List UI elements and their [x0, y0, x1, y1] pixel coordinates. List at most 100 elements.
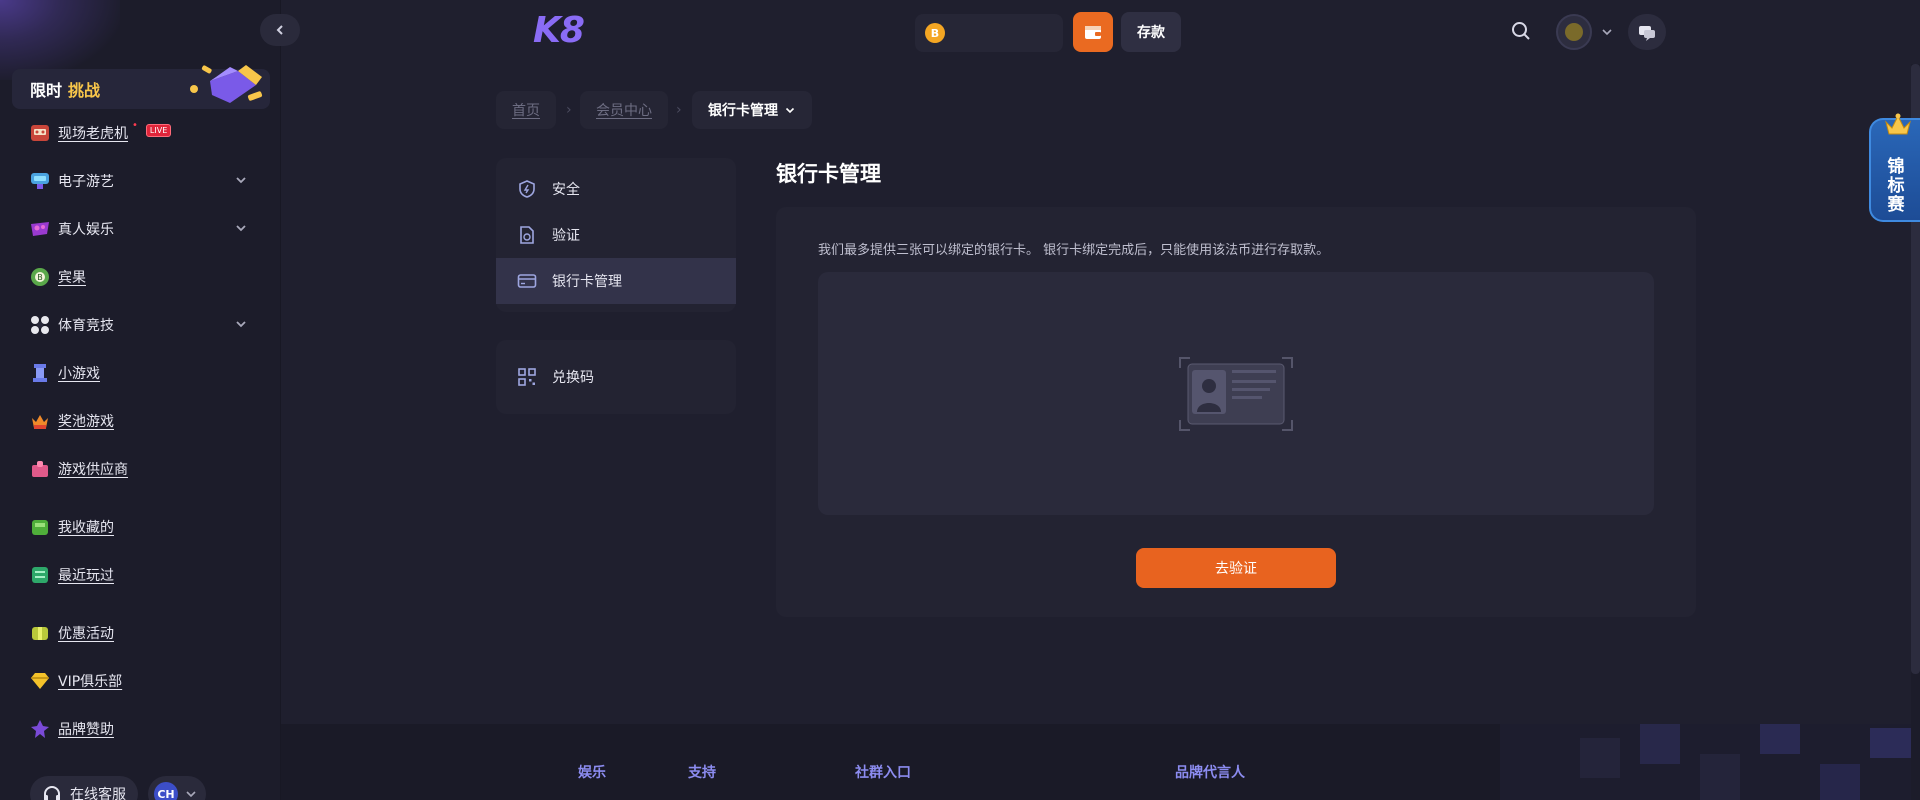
- go-verify-button[interactable]: 去验证: [1136, 548, 1336, 588]
- vip-diamond-icon: [28, 669, 52, 693]
- search-button[interactable]: [1510, 20, 1534, 44]
- wallet-icon: [1085, 26, 1101, 39]
- sidebar-item-recent[interactable]: 最近玩过: [28, 557, 258, 593]
- language-code: CH: [154, 782, 178, 800]
- breadcrumb-home[interactable]: 首页: [496, 91, 556, 129]
- sidebar: 限时 挑战 现场老虎机 • LIVE 电子游艺 真人娱乐 B 宾果 体育竞技 小…: [0, 0, 281, 800]
- language-selector[interactable]: CH: [148, 776, 206, 800]
- deposit-button[interactable]: 存款: [1121, 12, 1181, 52]
- favorites-icon: [28, 515, 52, 539]
- sidebar-item-sports[interactable]: 体育竞技: [28, 307, 258, 343]
- footer-col-support: 支持: [688, 765, 716, 781]
- live-indicator-dot: •: [132, 119, 138, 131]
- coin-icon: B: [925, 23, 945, 43]
- challenge-trophy-icon: [190, 65, 263, 103]
- chevron-down-icon: [186, 791, 196, 798]
- crown-icon: [1885, 113, 1911, 135]
- sidebar-item-vip[interactable]: VIP俱乐部: [28, 663, 258, 699]
- sidebar-item-label: 现场老虎机: [58, 126, 128, 142]
- sidebar-item-label: 游戏供应商: [58, 462, 128, 478]
- jackpot-icon: [28, 409, 52, 433]
- sidebar-item-label: 体育竞技: [58, 318, 114, 334]
- soccer-ball-icon: [28, 313, 52, 337]
- sidebar-item-label: 优惠活动: [58, 626, 114, 642]
- chat-icon: [1639, 26, 1655, 41]
- footer: 娱乐 支持 社群入口 品牌代言人: [281, 724, 1920, 800]
- k8-logo[interactable]: K8: [533, 10, 585, 51]
- breadcrumb-member-center[interactable]: 会员中心: [580, 91, 668, 129]
- sidebar-item-label: 电子游艺: [58, 174, 114, 190]
- chevron-left-icon: [276, 25, 283, 35]
- sidebar-item-sponsorship[interactable]: 品牌赞助: [28, 711, 258, 747]
- live-casino-icon: [28, 217, 52, 241]
- bank-card-panel: 我们最多提供三张可以绑定的银行卡。 银行卡绑定完成后，只能使用该法币进行存取款。…: [776, 207, 1696, 617]
- bingo-icon: B: [28, 265, 52, 289]
- wallet-button[interactable]: [1073, 12, 1113, 52]
- sidebar-item-arcade[interactable]: 电子游艺: [28, 163, 258, 199]
- bank-card-notice: 我们最多提供三张可以绑定的银行卡。 银行卡绑定完成后，只能使用该法币进行存取款。: [818, 243, 1330, 258]
- qr-code-icon: [516, 366, 538, 388]
- provider-icon: [28, 457, 52, 481]
- sidebar-item-label: 宾果: [58, 270, 86, 286]
- bank-card-icon: [516, 270, 538, 292]
- balance-display[interactable]: B: [915, 14, 1063, 52]
- challenge-label-2: 挑战: [68, 81, 101, 100]
- promotion-icon: [28, 621, 52, 645]
- chevron-down-icon: [1602, 29, 1612, 36]
- svg-text:B: B: [37, 273, 43, 282]
- sponsor-icon: [28, 717, 52, 741]
- messages-button[interactable]: [1628, 14, 1666, 50]
- challenge-label-1: 限时: [30, 81, 63, 100]
- menu-item-verification[interactable]: 验证: [496, 212, 736, 258]
- tournament-label: 锦标赛: [1887, 157, 1905, 215]
- sidebar-item-label: 品牌赞助: [58, 722, 114, 738]
- sidebar-glow: [0, 0, 120, 80]
- avatar: [1556, 14, 1592, 50]
- live-badge: LIVE: [145, 123, 172, 137]
- id-card-placeholder-icon: [1179, 357, 1293, 431]
- slot-machine-icon: [28, 121, 52, 145]
- breadcrumb-separator-icon: ›: [566, 102, 572, 118]
- footer-col-ambassador: 品牌代言人: [1175, 765, 1245, 781]
- support-label: 在线客服: [70, 787, 126, 800]
- chevron-down-icon: [236, 321, 246, 328]
- sidebar-item-jackpot[interactable]: 奖池游戏: [28, 403, 258, 439]
- account-menu: 安全 验证 银行卡管理: [496, 158, 736, 312]
- sidebar-item-providers[interactable]: 游戏供应商: [28, 451, 258, 487]
- menu-item-security[interactable]: 安全: [496, 166, 736, 212]
- sidebar-item-live-casino[interactable]: 真人娱乐: [28, 211, 258, 247]
- sidebar-item-label: 奖池游戏: [58, 414, 114, 430]
- mini-game-icon: [28, 361, 52, 385]
- limited-challenge-banner[interactable]: 限时 挑战: [12, 65, 270, 109]
- page-title: 银行卡管理: [776, 162, 881, 186]
- tournament-side-tab[interactable]: 锦标赛: [1869, 113, 1920, 222]
- breadcrumb-current-label: 银行卡管理: [708, 103, 778, 119]
- redeem-menu: 兑换码: [496, 340, 736, 414]
- chevron-down-icon: [236, 225, 246, 232]
- sidebar-collapse-button[interactable]: [260, 14, 300, 46]
- arcade-icon: [28, 169, 52, 193]
- sidebar-item-live-slots[interactable]: 现场老虎机 • LIVE: [28, 115, 258, 151]
- sidebar-item-bingo[interactable]: B 宾果: [28, 259, 258, 295]
- verify-document-icon: [516, 224, 538, 246]
- chevron-down-icon: [236, 177, 246, 184]
- sidebar-item-label: 最近玩过: [58, 568, 114, 584]
- user-menu[interactable]: [1556, 14, 1616, 50]
- sidebar-item-promotions[interactable]: 优惠活动: [28, 615, 258, 651]
- breadcrumb-separator-icon: ›: [676, 102, 682, 118]
- bank-card-empty-state: [818, 272, 1654, 515]
- sidebar-item-label: 我收藏的: [58, 520, 114, 536]
- footer-col-entertainment: 娱乐: [578, 765, 606, 781]
- sidebar-item-favorites[interactable]: 我收藏的: [28, 509, 258, 545]
- breadcrumb-current[interactable]: 银行卡管理: [692, 91, 812, 129]
- sidebar-item-label: 真人娱乐: [58, 222, 114, 238]
- online-support-button[interactable]: 在线客服: [30, 776, 138, 800]
- sidebar-item-mini-games[interactable]: 小游戏: [28, 355, 258, 391]
- menu-item-bank-card[interactable]: 银行卡管理: [496, 258, 736, 304]
- recent-icon: [28, 563, 52, 587]
- sidebar-item-label: 小游戏: [58, 366, 100, 382]
- menu-item-label: 安全: [552, 182, 580, 198]
- menu-item-label: 银行卡管理: [552, 274, 622, 290]
- chevron-down-icon: [785, 107, 795, 114]
- menu-item-redeem-code[interactable]: 兑换码: [496, 354, 736, 400]
